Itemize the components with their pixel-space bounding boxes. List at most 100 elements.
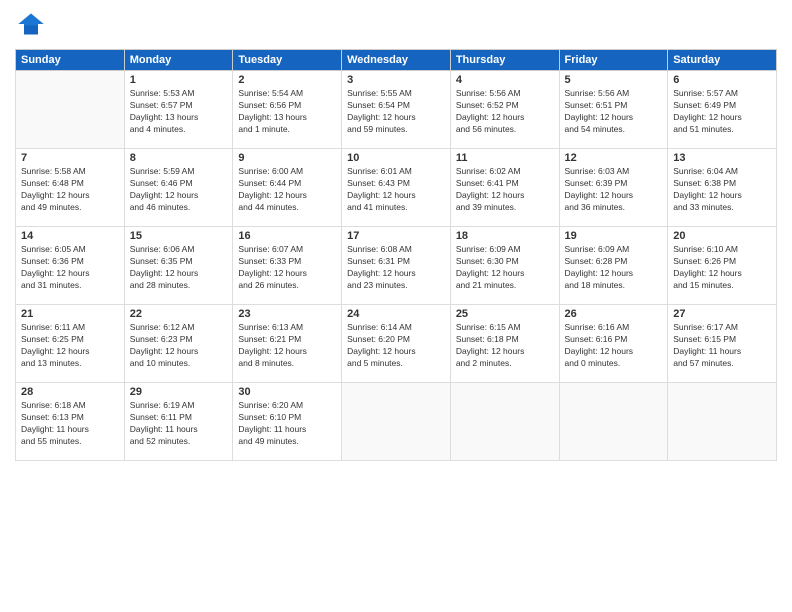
day-number: 1	[130, 74, 228, 86]
day-of-week-header: Tuesday	[233, 50, 342, 71]
day-number: 5	[565, 74, 663, 86]
calendar-cell: 10 Sunrise: 6:01 AM Sunset: 6:43 PM Dayli…	[342, 149, 451, 227]
day-number: 8	[130, 152, 228, 164]
day-number: 30	[238, 386, 336, 398]
calendar-cell: 24 Sunrise: 6:14 AM Sunset: 6:20 PM Dayli…	[342, 305, 451, 383]
day-info: Sunrise: 6:11 AM Sunset: 6:25 PM Dayligh…	[21, 322, 119, 370]
day-of-week-header: Wednesday	[342, 50, 451, 71]
calendar-cell: 17Sunrise: 6:08 AM Sunset: 6:31 PM Dayli…	[342, 227, 451, 305]
day-number: 20	[673, 230, 771, 242]
calendar-header-row: SundayMondayTuesdayWednesdayThursdayFrid…	[16, 50, 777, 71]
calendar-cell: 16Sunrise: 6:07 AM Sunset: 6:33 PM Dayli…	[233, 227, 342, 305]
calendar-cell	[450, 383, 559, 461]
calendar-week-row: 28Sunrise: 6:18 AM Sunset: 6:13 PM Dayli…	[16, 383, 777, 461]
day-number: 2	[238, 74, 336, 86]
day-info: Sunrise: 6:20 AM Sunset: 6:10 PM Dayligh…	[238, 400, 336, 448]
calendar-cell: 15 Sunrise: 6:06 AM Sunset: 6:35 PM Dayli…	[124, 227, 233, 305]
calendar-cell: 5 Sunrise: 5:56 AM Sunset: 6:51 PM Daylig…	[559, 71, 668, 149]
day-number: 18	[456, 230, 554, 242]
day-number: 24	[347, 308, 445, 320]
day-number: 6	[673, 74, 771, 86]
day-info: Sunrise: 6:06 AM Sunset: 6:35 PM Dayligh…	[130, 244, 228, 292]
day-info: Sunrise: 6:02 AM Sunset: 6:41 PM Dayligh…	[456, 166, 554, 214]
calendar-cell: 14 Sunrise: 6:05 AM Sunset: 6:36 PM Dayli…	[16, 227, 125, 305]
calendar-cell: 23 Sunrise: 6:13 AM Sunset: 6:21 PM Dayli…	[233, 305, 342, 383]
calendar-cell: 8 Sunrise: 5:59 AM Sunset: 6:46 PM Daylig…	[124, 149, 233, 227]
day-number: 27	[673, 308, 771, 320]
day-info: Sunrise: 6:14 AM Sunset: 6:20 PM Dayligh…	[347, 322, 445, 370]
day-number: 21	[21, 308, 119, 320]
calendar-cell: 7 Sunrise: 5:58 AM Sunset: 6:48 PM Daylig…	[16, 149, 125, 227]
day-of-week-header: Monday	[124, 50, 233, 71]
day-number: 12	[565, 152, 663, 164]
page: SundayMondayTuesdayWednesdayThursdayFrid…	[0, 0, 792, 612]
day-number: 13	[673, 152, 771, 164]
day-number: 9	[238, 152, 336, 164]
day-number: 25	[456, 308, 554, 320]
day-number: 29	[130, 386, 228, 398]
day-number: 10	[347, 152, 445, 164]
day-number: 23	[238, 308, 336, 320]
calendar-cell: 19 Sunrise: 6:09 AM Sunset: 6:28 PM Dayli…	[559, 227, 668, 305]
day-info: Sunrise: 6:01 AM Sunset: 6:43 PM Dayligh…	[347, 166, 445, 214]
logo-icon	[17, 10, 45, 38]
calendar-cell: 1 Sunrise: 5:53 AM Sunset: 6:57 PM Daylig…	[124, 71, 233, 149]
day-info: Sunrise: 6:08 AM Sunset: 6:31 PM Dayligh…	[347, 244, 445, 292]
calendar-cell: 22 Sunrise: 6:12 AM Sunset: 6:23 PM Dayli…	[124, 305, 233, 383]
day-number: 26	[565, 308, 663, 320]
day-number: 7	[21, 152, 119, 164]
calendar-cell: 21 Sunrise: 6:11 AM Sunset: 6:25 PM Dayli…	[16, 305, 125, 383]
day-number: 14	[21, 230, 119, 242]
day-info: Sunrise: 6:05 AM Sunset: 6:36 PM Dayligh…	[21, 244, 119, 292]
day-number: 4	[456, 74, 554, 86]
day-number: 15	[130, 230, 228, 242]
day-info: Sunrise: 6:12 AM Sunset: 6:23 PM Dayligh…	[130, 322, 228, 370]
day-info: Sunrise: 6:04 AM Sunset: 6:38 PM Dayligh…	[673, 166, 771, 214]
calendar-cell: 18 Sunrise: 6:09 AM Sunset: 6:30 PM Dayli…	[450, 227, 559, 305]
calendar-table: SundayMondayTuesdayWednesdayThursdayFrid…	[15, 49, 777, 461]
day-number: 19	[565, 230, 663, 242]
header	[15, 10, 777, 43]
calendar-cell: 20 Sunrise: 6:10 AM Sunset: 6:26 PM Dayli…	[668, 227, 777, 305]
day-number: 3	[347, 74, 445, 86]
calendar-cell: 2 Sunrise: 5:54 AM Sunset: 6:56 PM Daylig…	[233, 71, 342, 149]
calendar-cell: 30 Sunrise: 6:20 AM Sunset: 6:10 PM Dayli…	[233, 383, 342, 461]
calendar-cell: 25 Sunrise: 6:15 AM Sunset: 6:18 PM Dayli…	[450, 305, 559, 383]
calendar-week-row: 1 Sunrise: 5:53 AM Sunset: 6:57 PM Daylig…	[16, 71, 777, 149]
day-info: Sunrise: 6:09 AM Sunset: 6:30 PM Dayligh…	[456, 244, 554, 292]
day-info: Sunrise: 5:58 AM Sunset: 6:48 PM Dayligh…	[21, 166, 119, 214]
day-info: Sunrise: 5:56 AM Sunset: 6:51 PM Dayligh…	[565, 88, 663, 136]
day-number: 22	[130, 308, 228, 320]
day-of-week-header: Saturday	[668, 50, 777, 71]
day-of-week-header: Thursday	[450, 50, 559, 71]
calendar-cell	[559, 383, 668, 461]
calendar-cell	[668, 383, 777, 461]
day-info: Sunrise: 5:57 AM Sunset: 6:49 PM Dayligh…	[673, 88, 771, 136]
day-info: Sunrise: 6:10 AM Sunset: 6:26 PM Dayligh…	[673, 244, 771, 292]
calendar-cell: 26Sunrise: 6:16 AM Sunset: 6:16 PM Dayli…	[559, 305, 668, 383]
calendar-week-row: 21 Sunrise: 6:11 AM Sunset: 6:25 PM Dayli…	[16, 305, 777, 383]
day-number: 16	[238, 230, 336, 242]
day-info: Sunrise: 5:54 AM Sunset: 6:56 PM Dayligh…	[238, 88, 336, 136]
day-info: Sunrise: 5:53 AM Sunset: 6:57 PM Dayligh…	[130, 88, 228, 136]
day-info: Sunrise: 6:19 AM Sunset: 6:11 PM Dayligh…	[130, 400, 228, 448]
calendar-week-row: 14 Sunrise: 6:05 AM Sunset: 6:36 PM Dayli…	[16, 227, 777, 305]
day-info: Sunrise: 6:09 AM Sunset: 6:28 PM Dayligh…	[565, 244, 663, 292]
calendar-week-row: 7 Sunrise: 5:58 AM Sunset: 6:48 PM Daylig…	[16, 149, 777, 227]
day-info: Sunrise: 6:13 AM Sunset: 6:21 PM Dayligh…	[238, 322, 336, 370]
calendar-cell: 28Sunrise: 6:18 AM Sunset: 6:13 PM Dayli…	[16, 383, 125, 461]
logo	[15, 10, 49, 43]
day-info: Sunrise: 5:59 AM Sunset: 6:46 PM Dayligh…	[130, 166, 228, 214]
calendar-cell	[16, 71, 125, 149]
calendar-cell: 29 Sunrise: 6:19 AM Sunset: 6:11 PM Dayli…	[124, 383, 233, 461]
calendar-cell: 11Sunrise: 6:02 AM Sunset: 6:41 PM Dayli…	[450, 149, 559, 227]
calendar-cell: 13 Sunrise: 6:04 AM Sunset: 6:38 PM Dayli…	[668, 149, 777, 227]
calendar-cell: 12Sunrise: 6:03 AM Sunset: 6:39 PM Dayli…	[559, 149, 668, 227]
day-of-week-header: Friday	[559, 50, 668, 71]
calendar-cell: 6 Sunrise: 5:57 AM Sunset: 6:49 PM Daylig…	[668, 71, 777, 149]
day-number: 28	[21, 386, 119, 398]
day-info: Sunrise: 6:15 AM Sunset: 6:18 PM Dayligh…	[456, 322, 554, 370]
day-info: Sunrise: 5:55 AM Sunset: 6:54 PM Dayligh…	[347, 88, 445, 136]
day-of-week-header: Sunday	[16, 50, 125, 71]
calendar-cell	[342, 383, 451, 461]
